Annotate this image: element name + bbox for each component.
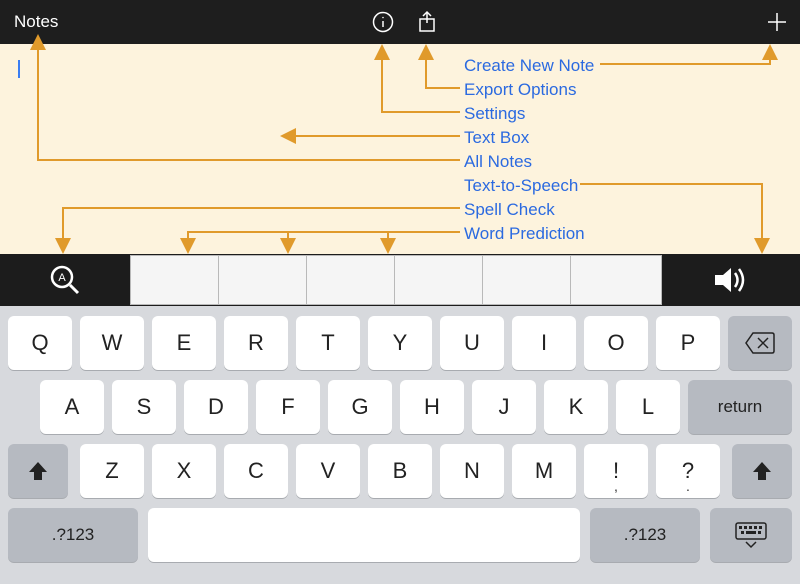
key-q[interactable]: Q	[8, 316, 72, 370]
text-cursor	[18, 60, 20, 78]
svg-text:A: A	[58, 272, 66, 284]
key-o[interactable]: O	[584, 316, 648, 370]
key-u[interactable]: U	[440, 316, 504, 370]
share-icon	[416, 10, 438, 34]
keyboard-accessory-bar: A	[0, 254, 800, 306]
key-b[interactable]: B	[368, 444, 432, 498]
key-c[interactable]: C	[224, 444, 288, 498]
info-icon	[372, 11, 394, 33]
onscreen-keyboard: Q W E R T Y U I O P A S D F G H J K L re…	[0, 306, 800, 584]
key-w[interactable]: W	[80, 316, 144, 370]
key-shift-left[interactable]	[8, 444, 68, 498]
word-prediction-strip	[130, 255, 662, 305]
key-backspace[interactable]	[728, 316, 792, 370]
key-z[interactable]: Z	[80, 444, 144, 498]
prediction-slot[interactable]	[131, 256, 219, 304]
key-m[interactable]: M	[512, 444, 576, 498]
key-i[interactable]: I	[512, 316, 576, 370]
key-l[interactable]: L	[616, 380, 680, 434]
shift-icon	[751, 460, 773, 482]
key-symbols-right[interactable]: .?123	[590, 508, 700, 562]
prediction-slot[interactable]	[395, 256, 483, 304]
spellcheck-icon: A	[48, 263, 82, 297]
key-t[interactable]: T	[296, 316, 360, 370]
key-g[interactable]: G	[328, 380, 392, 434]
settings-button[interactable]	[368, 0, 398, 44]
key-shift-right[interactable]	[732, 444, 792, 498]
key-comma[interactable]: ! ,	[584, 444, 648, 498]
plus-icon	[766, 11, 788, 33]
prediction-slot[interactable]	[483, 256, 571, 304]
key-e[interactable]: E	[152, 316, 216, 370]
speaker-icon	[713, 265, 749, 295]
new-note-button[interactable]	[762, 0, 792, 44]
key-f[interactable]: F	[256, 380, 320, 434]
dismiss-keyboard-icon	[734, 521, 768, 549]
top-toolbar: Notes	[0, 0, 800, 44]
key-period[interactable]: ? .	[656, 444, 720, 498]
key-a[interactable]: A	[40, 380, 104, 434]
key-j[interactable]: J	[472, 380, 536, 434]
key-h[interactable]: H	[400, 380, 464, 434]
key-v[interactable]: V	[296, 444, 360, 498]
key-r[interactable]: R	[224, 316, 288, 370]
key-space[interactable]	[148, 508, 580, 562]
key-symbols-left[interactable]: .?123	[8, 508, 138, 562]
key-n[interactable]: N	[440, 444, 504, 498]
key-y[interactable]: Y	[368, 316, 432, 370]
backspace-icon	[745, 332, 775, 354]
key-s[interactable]: S	[112, 380, 176, 434]
prediction-slot[interactable]	[307, 256, 395, 304]
notes-back-button[interactable]: Notes	[14, 12, 58, 32]
prediction-slot[interactable]	[571, 256, 661, 304]
text-to-speech-button[interactable]	[662, 254, 800, 306]
prediction-slot[interactable]	[219, 256, 307, 304]
key-k[interactable]: K	[544, 380, 608, 434]
key-p[interactable]: P	[656, 316, 720, 370]
key-return[interactable]: return	[688, 380, 792, 434]
key-dismiss-keyboard[interactable]	[710, 508, 792, 562]
shift-icon	[27, 460, 49, 482]
export-button[interactable]	[412, 0, 442, 44]
key-x[interactable]: X	[152, 444, 216, 498]
key-d[interactable]: D	[184, 380, 248, 434]
spell-check-button[interactable]: A	[0, 254, 130, 306]
note-text-area[interactable]	[0, 44, 800, 254]
